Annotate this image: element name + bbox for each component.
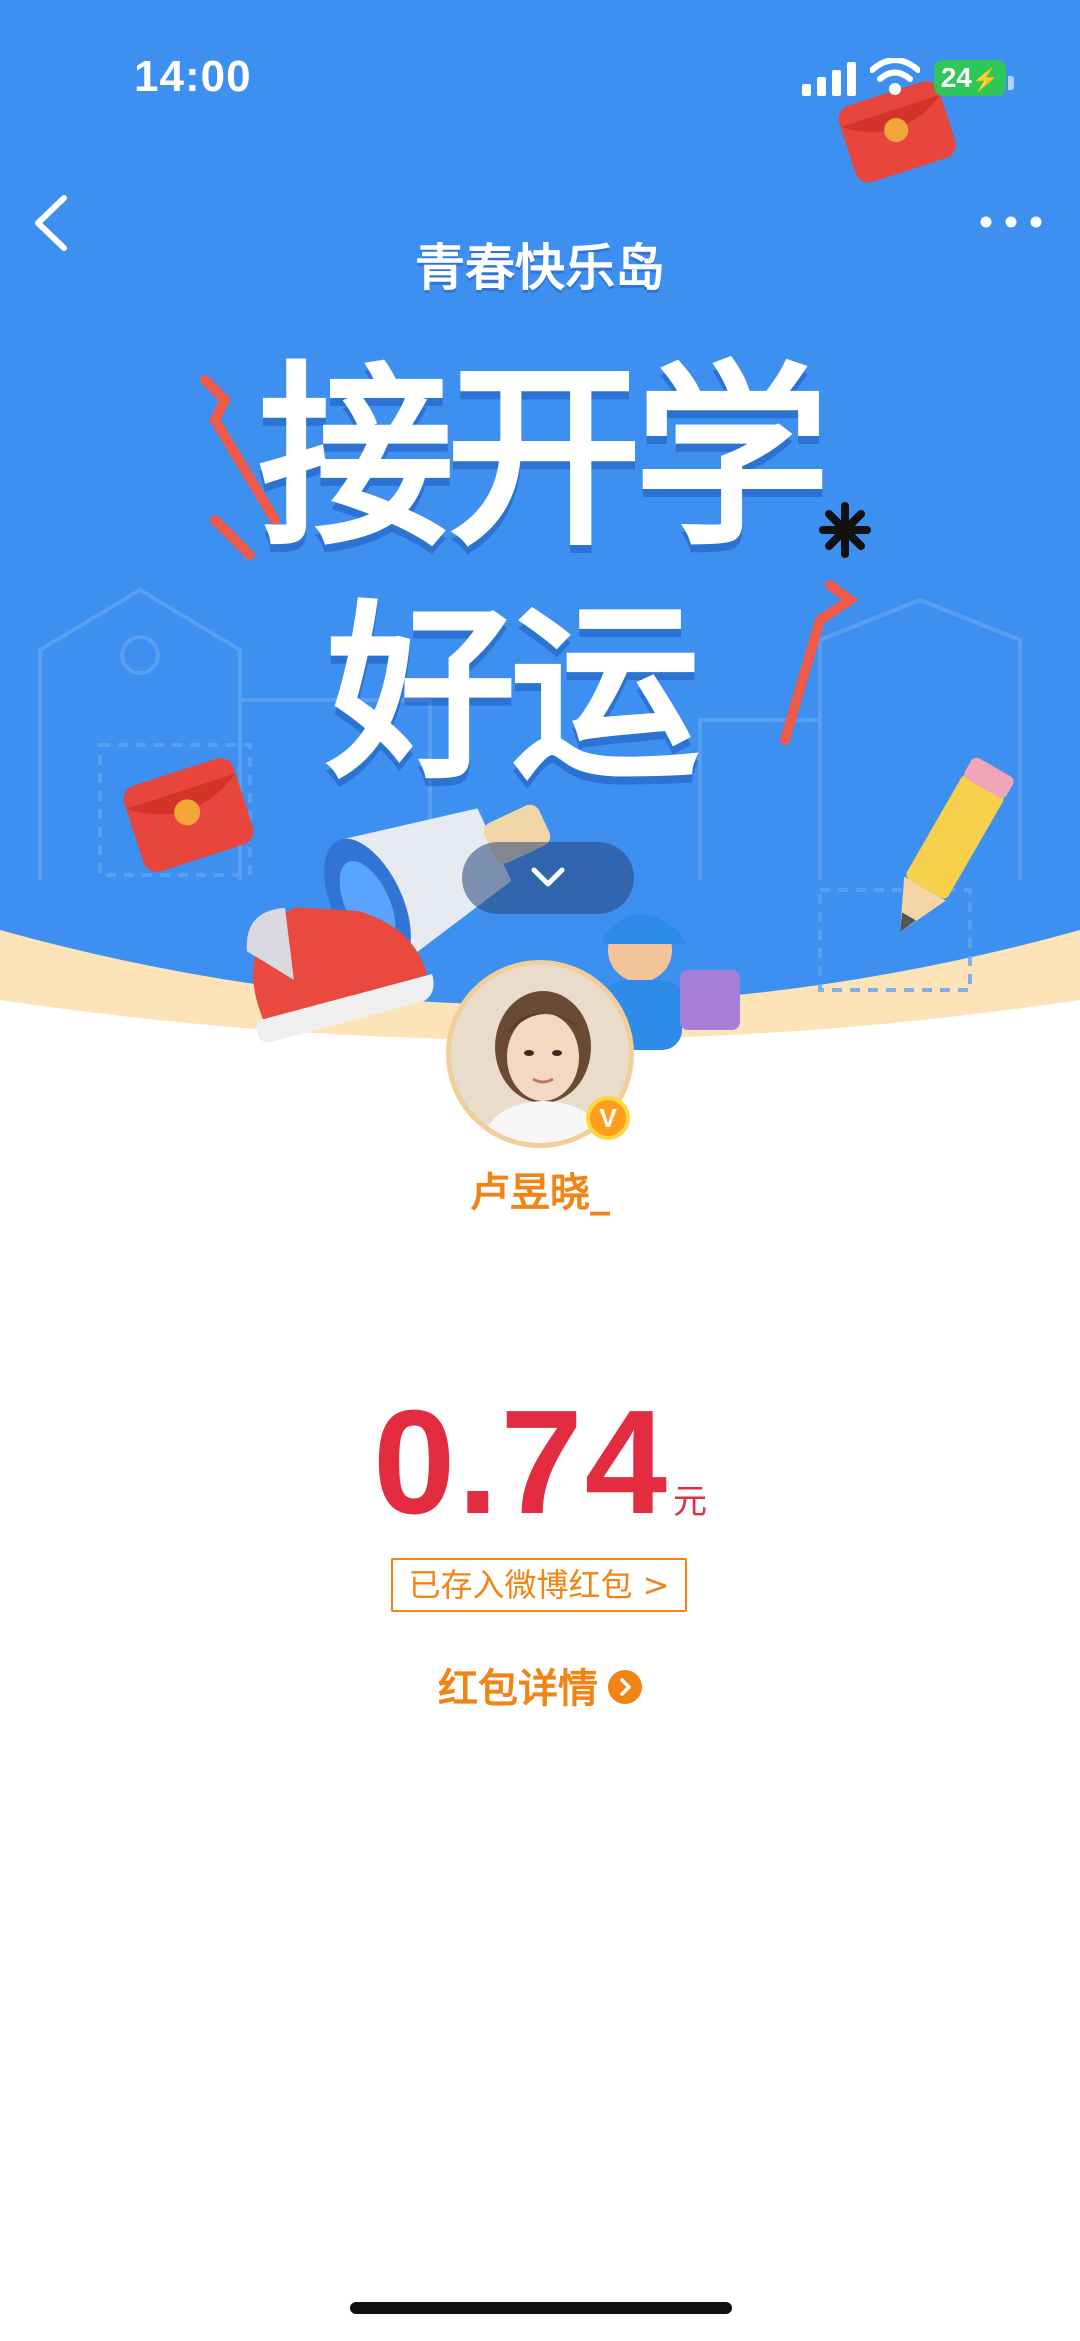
cellular-signal-icon: [802, 62, 856, 96]
details-label: 红包详情: [438, 1666, 598, 1712]
amount-value: 0.74: [372, 1380, 670, 1545]
chevron-right-circle-icon: [608, 1670, 642, 1704]
header-banner: 14:00 24⚡ 青春快乐岛 接开学 好运: [0, 0, 1080, 1070]
wifi-icon: [870, 58, 920, 95]
home-indicator[interactable]: [350, 2302, 732, 2314]
status-bar: 14:00 24⚡: [0, 0, 1080, 140]
collapse-toggle-button[interactable]: [462, 842, 634, 914]
amount-row: 0.74 元: [0, 1378, 1080, 1548]
amount-unit: 元: [673, 1482, 708, 1522]
brand-title: 青春快乐岛: [415, 239, 665, 297]
battery-level: 24: [940, 62, 972, 93]
username[interactable]: 卢昱晓_: [0, 1160, 1080, 1218]
headline-line2: 好运: [325, 584, 700, 805]
red-packet-details-link[interactable]: 红包详情: [0, 1656, 1080, 1714]
saved-to-wallet-button[interactable]: 已存入微博红包 >: [391, 1558, 687, 1612]
battery-icon: 24⚡: [934, 60, 1014, 96]
verified-badge: V: [586, 1096, 630, 1140]
chevron-down-icon: [531, 867, 565, 887]
status-time: 14:00: [134, 52, 252, 101]
